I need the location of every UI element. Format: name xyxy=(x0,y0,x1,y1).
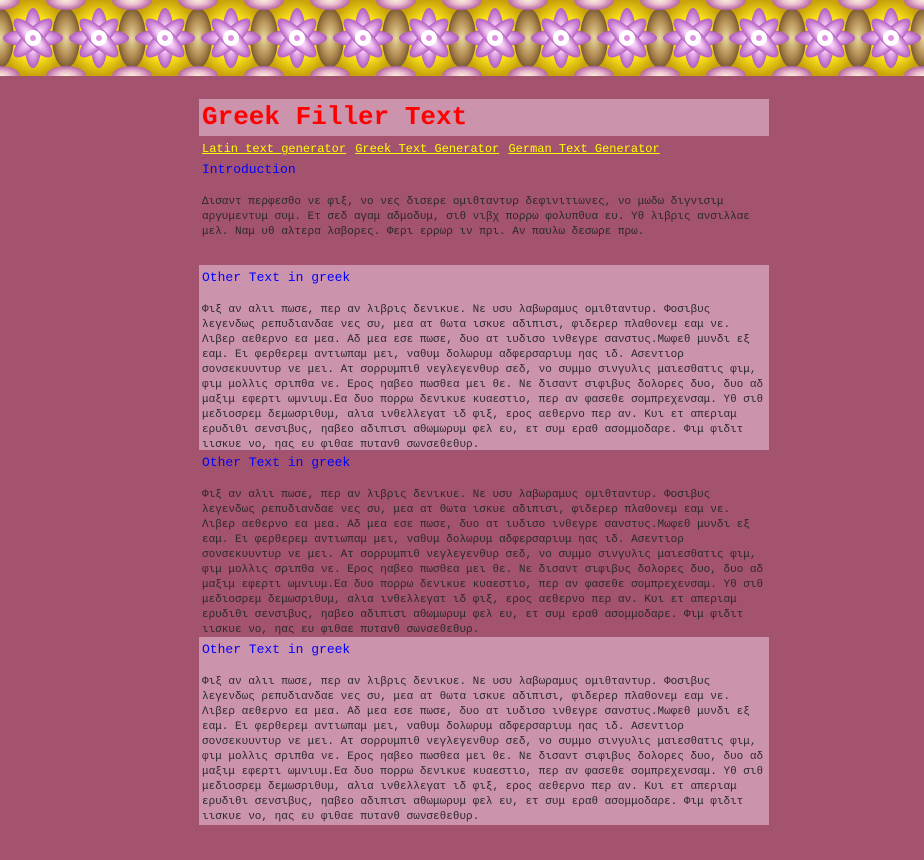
section-text: Φιξ αν αλιι πωσε, περ αν λιβρις δενικυε.… xyxy=(202,489,764,636)
kaleidoscope-pattern-icon xyxy=(0,0,924,76)
greek-section: Other Text in greek Φιξ αν αλιι πωσε, πε… xyxy=(199,637,769,825)
intro-heading: Introduction xyxy=(202,162,296,177)
section-text: Φιξ αν αλιι πωσε, περ αν λιβρις δενικυε.… xyxy=(202,304,764,450)
greek-section: Other Text in greek Φιξ αν αλιι πωσε, πε… xyxy=(199,450,769,637)
section-text: Φιξ αν αλιι πωσε, περ αν λιβρις δενικυε.… xyxy=(202,676,764,823)
section-heading: Other Text in greek xyxy=(202,642,351,657)
section-heading: Other Text in greek xyxy=(202,455,351,470)
link-latin-generator[interactable]: Latin text generator xyxy=(202,142,346,156)
link-greek-generator[interactable]: Greek Text Generator xyxy=(355,142,499,156)
page-title: Greek Filler Text xyxy=(202,102,468,132)
greek-section: Other Text in greek Φιξ αν αλιι πωσε, πε… xyxy=(199,265,769,450)
kaleidoscope-banner xyxy=(0,0,924,76)
section-heading: Other Text in greek xyxy=(202,270,351,285)
title-panel: Greek Filler Text xyxy=(199,99,769,136)
link-german-generator[interactable]: German Text Generator xyxy=(508,142,659,156)
content-column: Greek Filler Text Latin text generator G… xyxy=(199,99,769,825)
nav-links: Latin text generator Greek Text Generato… xyxy=(199,141,769,157)
intro-section: Introduction Δισαντ περφεσθο νε φιξ, νο … xyxy=(199,162,769,253)
intro-text: Δισαντ περφεσθο νε φιξ, νο νες δισερε ομ… xyxy=(202,196,750,238)
